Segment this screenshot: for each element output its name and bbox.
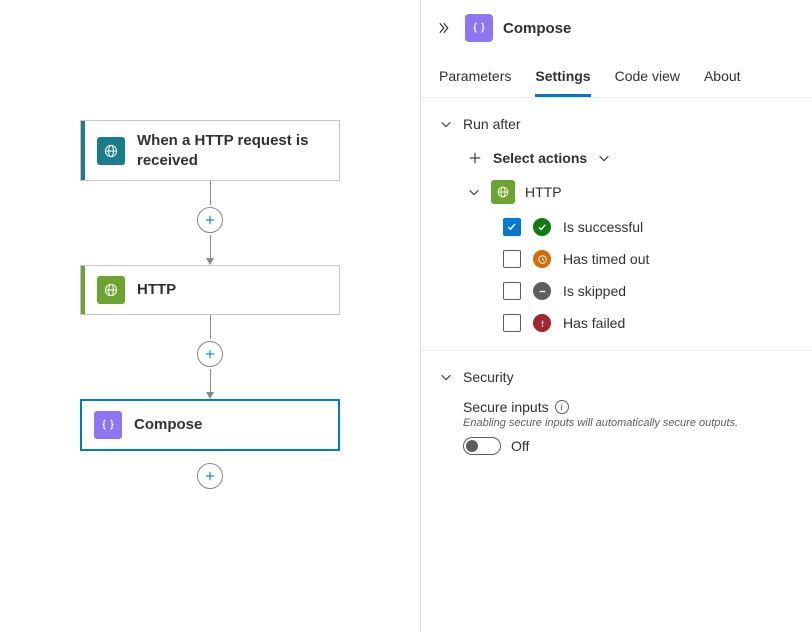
section-run-after-header[interactable]: Run after bbox=[439, 116, 794, 132]
braces-icon bbox=[465, 14, 493, 42]
braces-icon bbox=[94, 411, 122, 439]
flow-canvas[interactable]: When a HTTP request is received HTTP Com… bbox=[0, 0, 420, 632]
toggle-state-label: Off bbox=[511, 438, 529, 454]
panel-title: Compose bbox=[503, 20, 571, 37]
run-after-action-label: HTTP bbox=[525, 184, 562, 200]
condition-has-timed-out: Has timed out bbox=[503, 250, 794, 268]
flow-node-trigger[interactable]: When a HTTP request is received bbox=[80, 120, 340, 181]
secure-inputs-hint: Enabling secure inputs will automaticall… bbox=[463, 417, 794, 429]
tab-about[interactable]: About bbox=[704, 56, 741, 97]
chevron-down-icon bbox=[597, 151, 611, 165]
properties-panel: Compose Parameters Settings Code view Ab… bbox=[420, 0, 812, 632]
chevron-down-icon bbox=[439, 370, 453, 384]
add-step-button[interactable] bbox=[197, 341, 223, 367]
secure-inputs-toggle[interactable] bbox=[463, 437, 501, 455]
globe-icon bbox=[97, 276, 125, 304]
checkbox-is-skipped[interactable] bbox=[503, 282, 521, 300]
success-icon bbox=[533, 218, 551, 236]
condition-is-successful: Is successful bbox=[503, 218, 794, 236]
section-title: Security bbox=[463, 369, 514, 385]
error-icon bbox=[533, 314, 551, 332]
section-security-header[interactable]: Security bbox=[439, 369, 794, 385]
checkbox-is-successful[interactable] bbox=[503, 218, 521, 236]
condition-is-skipped: Is skipped bbox=[503, 282, 794, 300]
panel-tabs: Parameters Settings Code view About bbox=[421, 56, 812, 98]
node-label: HTTP bbox=[137, 280, 176, 300]
info-icon[interactable]: i bbox=[555, 400, 569, 414]
select-actions-label: Select actions bbox=[493, 150, 587, 166]
node-label: When a HTTP request is received bbox=[137, 131, 327, 170]
tab-settings[interactable]: Settings bbox=[535, 56, 590, 97]
flow-node-compose[interactable]: Compose bbox=[80, 399, 340, 451]
checkbox-has-failed[interactable] bbox=[503, 314, 521, 332]
node-label: Compose bbox=[134, 415, 202, 435]
add-step-button[interactable] bbox=[197, 207, 223, 233]
section-title: Run after bbox=[463, 116, 521, 132]
flow-node-http[interactable]: HTTP bbox=[80, 265, 340, 315]
plus-icon bbox=[467, 150, 483, 166]
globe-icon bbox=[97, 137, 125, 165]
secure-inputs-label: Secure inputs bbox=[463, 399, 549, 415]
tab-parameters[interactable]: Parameters bbox=[439, 56, 511, 97]
select-actions-button[interactable]: Select actions bbox=[467, 150, 794, 166]
condition-label: Has failed bbox=[563, 315, 625, 331]
run-after-action-http[interactable]: HTTP bbox=[467, 180, 794, 204]
minus-icon bbox=[533, 282, 551, 300]
condition-has-failed: Has failed bbox=[503, 314, 794, 332]
collapse-panel-button[interactable] bbox=[431, 16, 455, 40]
condition-label: Is successful bbox=[563, 219, 643, 235]
condition-label: Is skipped bbox=[563, 283, 626, 299]
checkbox-has-timed-out[interactable] bbox=[503, 250, 521, 268]
condition-label: Has timed out bbox=[563, 251, 649, 267]
add-step-button[interactable] bbox=[197, 463, 223, 489]
globe-icon bbox=[491, 180, 515, 204]
tab-code-view[interactable]: Code view bbox=[615, 56, 680, 97]
chevron-down-icon bbox=[467, 185, 481, 199]
clock-icon bbox=[533, 250, 551, 268]
chevron-down-icon bbox=[439, 117, 453, 131]
